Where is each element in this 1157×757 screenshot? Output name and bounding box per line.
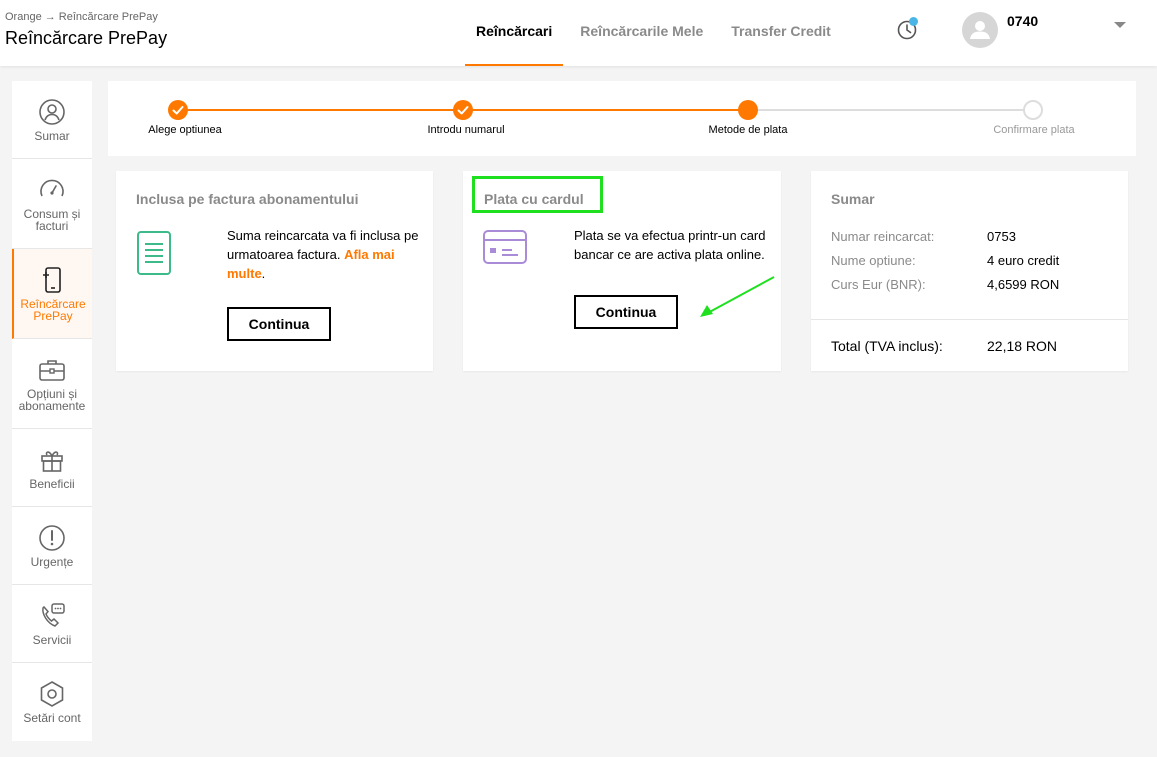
summary-value: 4,6599 RON: [987, 277, 1060, 292]
sidebar-item-label: Reîncărcare PrePay: [20, 297, 86, 323]
total-label: Total (TVA inclus):: [831, 338, 943, 354]
phone-chat-icon: [42, 603, 65, 627]
briefcase-icon: [39, 360, 65, 381]
tab-reincarcarile-mele[interactable]: Reîncărcarile Mele: [569, 0, 714, 66]
summary-divider: [811, 319, 1128, 320]
sidebar-item-label: Sumar: [34, 129, 70, 143]
summary-title: Sumar: [831, 191, 875, 207]
breadcrumb[interactable]: Orange → Reîncărcare PrePay: [5, 11, 158, 23]
summary-value: 0753: [987, 229, 1016, 244]
sidebar-item-setari[interactable]: Setări cont: [12, 663, 92, 741]
sidebar-item-beneficii[interactable]: Beneficii: [12, 429, 92, 507]
sidebar-item-consum[interactable]: Consum și facturi: [12, 159, 92, 249]
summary-label: Numar reincarcat:: [831, 229, 935, 244]
step-label: Introdu numarul: [427, 124, 505, 136]
sidebar-item-servicii[interactable]: Servicii: [12, 585, 92, 663]
card-continue-button[interactable]: Continua: [574, 295, 678, 329]
user-phone-number: 0740: [1007, 13, 1039, 29]
step-connector: [748, 109, 1033, 111]
sidebar: Sumar Consum și facturi Reîncărcare PreP…: [12, 81, 92, 741]
phone-recharge-icon: [43, 267, 61, 293]
step-done-check-icon: [168, 100, 188, 120]
summary-label: Curs Eur (BNR):: [831, 277, 926, 292]
card-title: Inclusa pe factura abonamentului: [136, 191, 359, 207]
settings-hexagon-icon: [40, 681, 64, 707]
step-label: Confirmare plata: [993, 124, 1075, 136]
gauge-icon: [40, 179, 64, 197]
top-header: Orange → Reîncărcare PrePay Reîncărcare …: [0, 0, 1157, 66]
tab-reincarcari[interactable]: Reîncărcari: [465, 0, 564, 66]
sidebar-item-label: Opțiuni și abonamente: [18, 387, 86, 413]
sidebar-item-label: Beneficii: [29, 477, 75, 491]
sidebar-item-label: Servicii: [32, 633, 72, 647]
step-connector: [462, 109, 748, 111]
step-connector: [178, 109, 462, 111]
highlight-annotation-box: [472, 176, 603, 213]
sidebar-item-sumar[interactable]: Sumar: [12, 81, 92, 159]
sidebar-item-label: Urgențe: [30, 555, 74, 569]
sidebar-item-label: Consum și facturi: [23, 207, 81, 233]
top-nav: Reîncărcari Reîncărcarile Mele Transfer …: [465, 0, 848, 66]
step-label: Metode de plata: [708, 124, 788, 136]
user-circle-icon: [39, 99, 65, 125]
invoice-payment-card: Inclusa pe factura abonamentului Suma re…: [116, 171, 433, 371]
step-done-check-icon: [453, 100, 473, 120]
page-title: Reîncărcare PrePay: [5, 28, 168, 48]
user-avatar-icon[interactable]: [962, 12, 998, 48]
progress-stepper: Alege optiunea Introdu numarul Metode de…: [108, 81, 1136, 156]
invoice-description: Suma reincarcata va fi inclusa pe urmato…: [227, 226, 422, 283]
document-icon: [137, 231, 171, 275]
gift-icon: [41, 451, 63, 472]
tab-transfer-credit[interactable]: Transfer Credit: [720, 0, 842, 66]
annotation-arrow-icon: [700, 276, 775, 317]
summary-value: 4 euro credit: [987, 253, 1060, 268]
step-pending-dot: [1023, 100, 1043, 120]
step-label: Alege optiunea: [148, 124, 222, 136]
invoice-text-end: .: [261, 266, 266, 281]
sidebar-item-label: Setări cont: [23, 711, 81, 725]
summary-label: Nume optiune:: [831, 253, 916, 268]
sidebar-item-optiuni[interactable]: Opțiuni și abonamente: [12, 339, 92, 429]
sidebar-item-reincarcare[interactable]: Reîncărcare PrePay: [12, 249, 92, 339]
card-description: Plata se va efectua printr-un card banca…: [574, 228, 766, 262]
invoice-continue-button[interactable]: Continua: [227, 307, 331, 341]
caret-down-icon[interactable]: [1114, 22, 1126, 28]
credit-card-icon: [483, 230, 527, 264]
alert-circle-icon: [39, 525, 65, 551]
sidebar-item-urgente[interactable]: Urgențe: [12, 507, 92, 585]
notification-dot: [909, 17, 918, 26]
total-value: 22,18 RON: [987, 338, 1058, 354]
step-current-dot: [738, 100, 758, 120]
